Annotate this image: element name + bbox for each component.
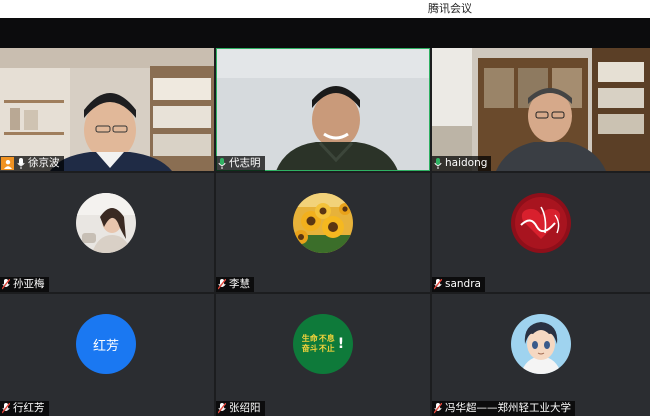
- microphone-muted-icon: [433, 279, 443, 291]
- participant-video-2: [216, 48, 430, 171]
- participant-tile-9[interactable]: 冯华超——郑州轻工业大学: [432, 294, 650, 416]
- participant-avatar: [293, 193, 353, 253]
- participant-avatar: [511, 193, 571, 253]
- participant-video-3: [432, 48, 650, 171]
- participant-name-tag: haidong: [432, 156, 492, 171]
- microphone-muted-icon: [1, 403, 11, 415]
- participant-name: 冯华超——郑州轻工业大学: [445, 402, 571, 414]
- participant-name-tag: 冯华超——郑州轻工业大学: [432, 401, 575, 416]
- participant-name: 徐京波: [28, 157, 60, 169]
- participant-tile-1[interactable]: 徐京波: [0, 48, 214, 171]
- participant-tile-3[interactable]: haidong: [432, 48, 650, 171]
- participant-video-1: [0, 48, 214, 171]
- participant-tile-7[interactable]: 红芳 行红芳: [0, 294, 214, 416]
- participant-name: haidong: [445, 157, 488, 169]
- avatar-line: 不息: [318, 334, 335, 343]
- participant-name-tag: 行红芳: [0, 401, 49, 416]
- participant-name: 代志明: [229, 157, 261, 169]
- participant-tile-5[interactable]: 李慧: [216, 173, 430, 292]
- microphone-icon: [217, 158, 227, 170]
- participant-name: 李慧: [229, 278, 250, 290]
- participant-name-tag: 孙亚梅: [0, 277, 49, 292]
- microphone-icon: [433, 158, 443, 170]
- participant-name-tag: 张绍阳: [216, 401, 265, 416]
- microphone-icon: [16, 158, 26, 170]
- participant-tile-2[interactable]: 代志明: [216, 48, 430, 171]
- participant-avatar: [511, 314, 571, 374]
- top-band: [0, 18, 650, 48]
- microphone-muted-icon: [433, 403, 443, 415]
- avatar-line: 奋斗: [301, 344, 318, 353]
- window-titlebar: 腾讯会议: [0, 0, 650, 18]
- participant-name-tag: sandra: [432, 277, 485, 292]
- participant-name: 行红芳: [13, 402, 45, 414]
- host-icon: [1, 157, 14, 170]
- participant-tile-6[interactable]: sandra: [432, 173, 650, 292]
- participant-avatar: [76, 193, 136, 253]
- avatar-mark: !: [337, 336, 345, 352]
- participant-name: sandra: [445, 278, 481, 290]
- avatar-sign-text: 生命 奋斗 不息 不止 !: [302, 334, 344, 354]
- participant-tile-8[interactable]: 生命 奋斗 不息 不止 ! 张绍阳: [216, 294, 430, 416]
- participant-avatar: 生命 奋斗 不息 不止 !: [293, 314, 353, 374]
- microphone-muted-icon: [217, 403, 227, 415]
- participant-name: 孙亚梅: [13, 278, 45, 290]
- participant-name: 张绍阳: [229, 402, 261, 414]
- avatar-line: 不止: [318, 344, 335, 353]
- microphone-muted-icon: [1, 279, 11, 291]
- participant-name-tag: 代志明: [216, 156, 265, 171]
- avatar-line: 生命: [301, 334, 318, 343]
- window-title: 腾讯会议: [428, 2, 472, 15]
- participant-avatar: 红芳: [76, 314, 136, 374]
- microphone-muted-icon: [217, 279, 227, 291]
- participant-tile-4[interactable]: 孙亚梅: [0, 173, 214, 292]
- participant-name-tag: 李慧: [216, 277, 254, 292]
- participant-name-tag: 徐京波: [0, 156, 64, 171]
